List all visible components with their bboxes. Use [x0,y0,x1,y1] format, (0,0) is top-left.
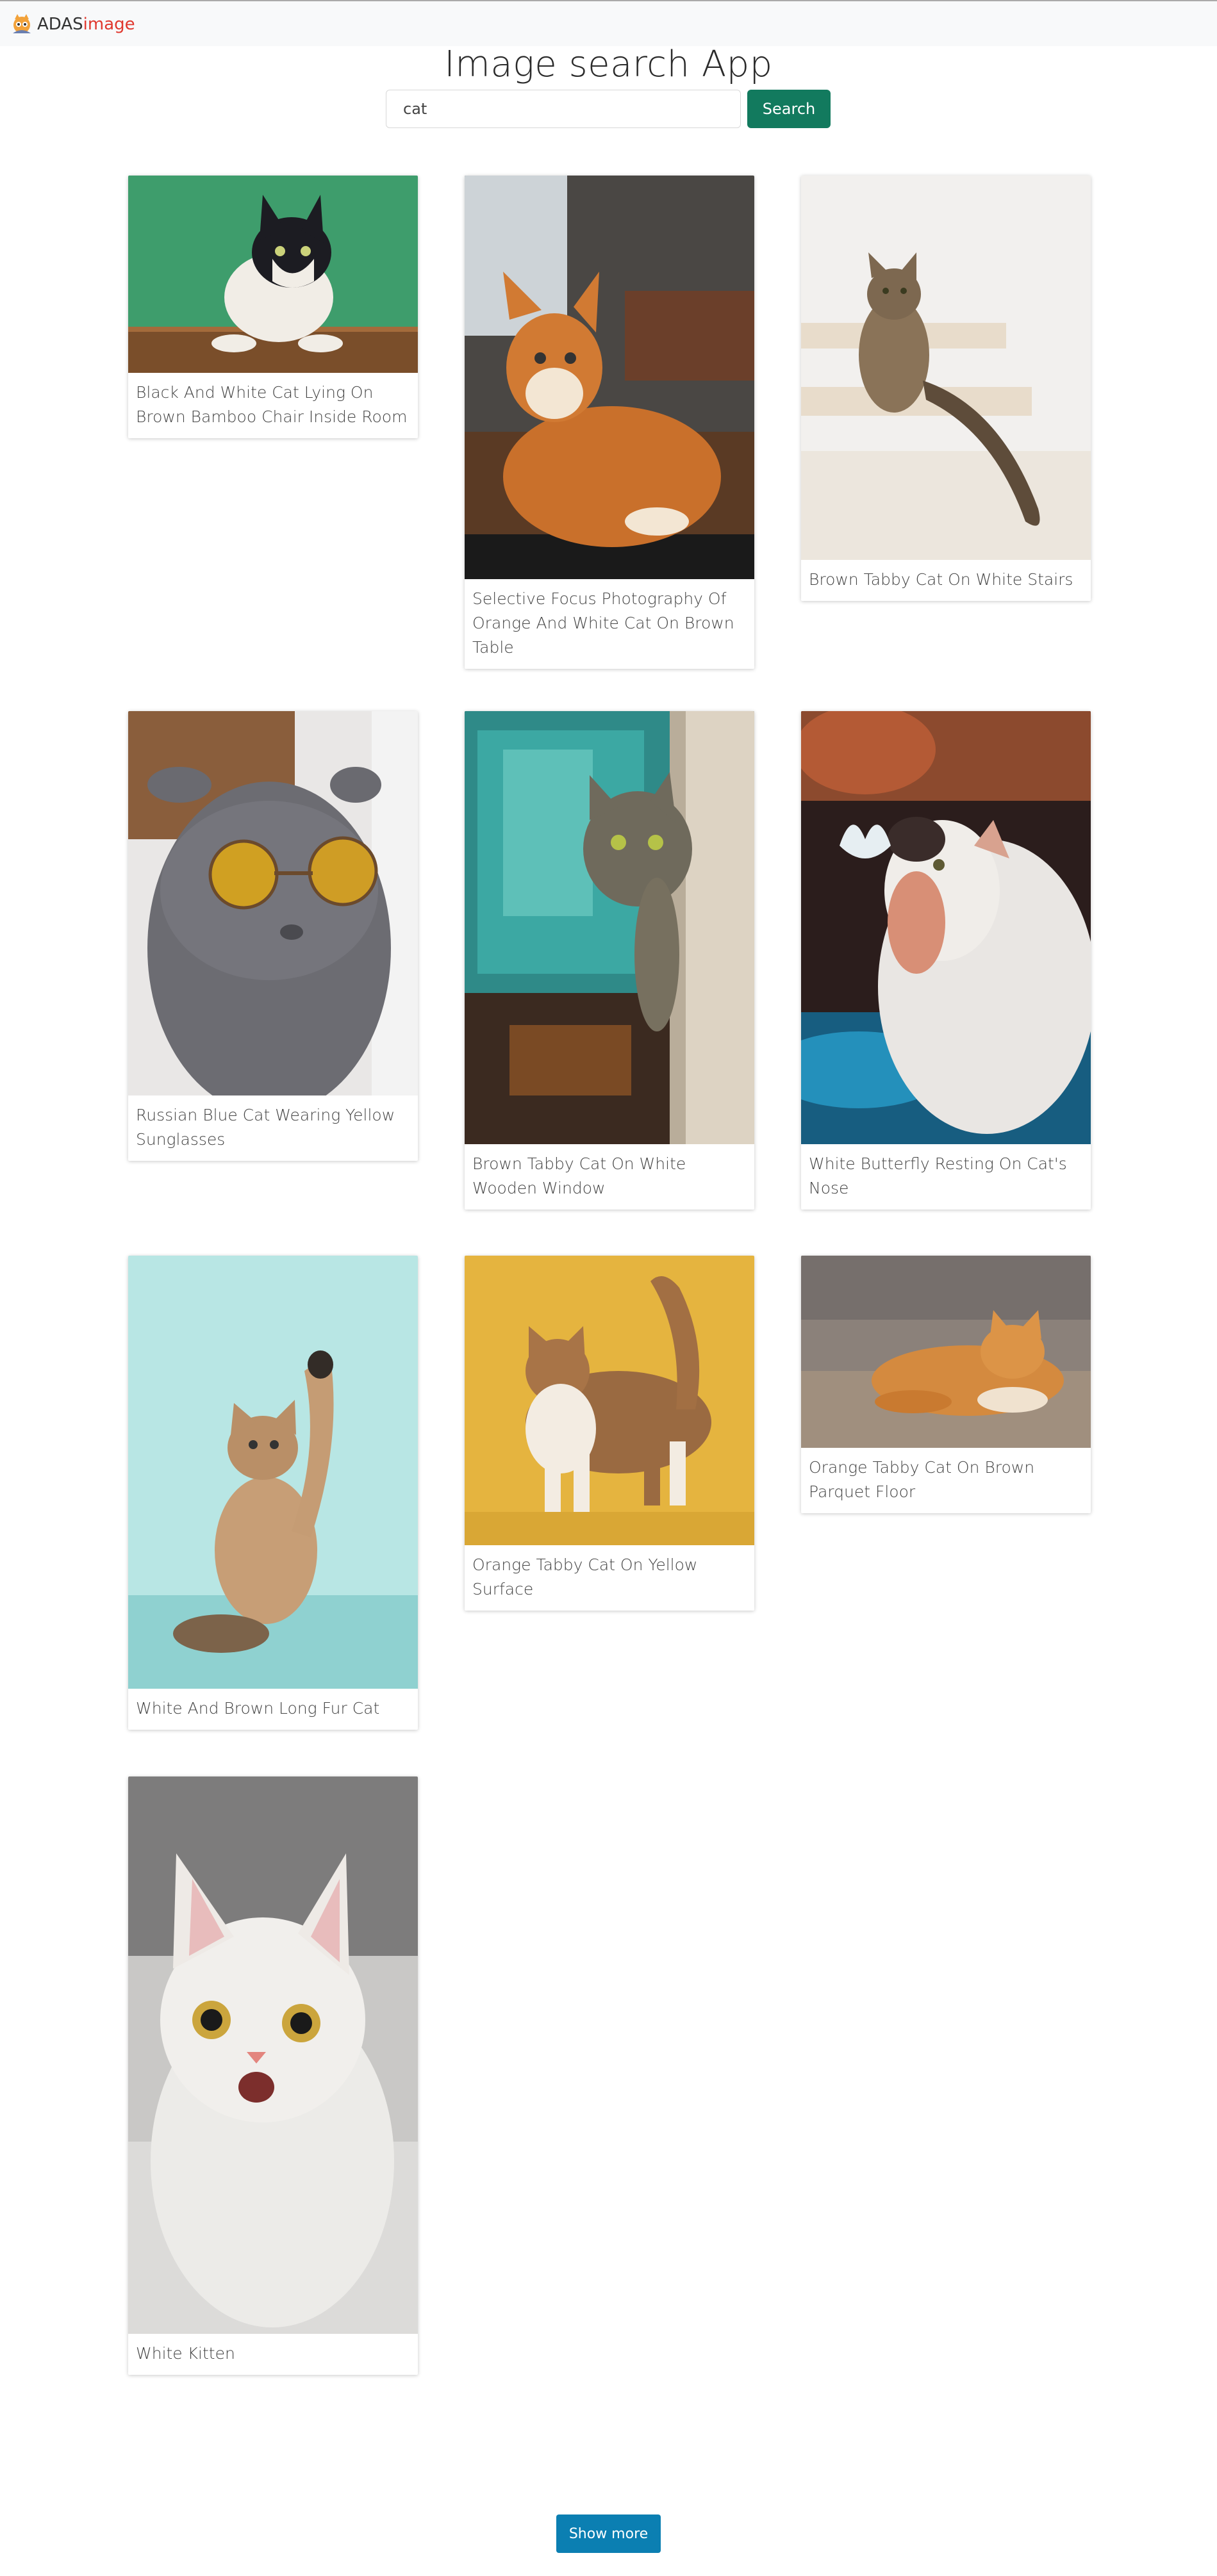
brand-name: ADASimage [37,15,135,34]
search-button[interactable]: Search [747,90,831,128]
result-card[interactable]: Orange Tabby Cat On Brown Parquet Floor [801,1256,1091,1513]
result-caption: Orange Tabby Cat On Brown Parquet Floor [809,1458,1035,1501]
result-image[interactable] [465,711,754,1144]
result-card[interactable]: Black And White Cat Lying On Brown Bambo… [128,176,418,438]
result-caption: White Butterfly Resting On Cat's Nose [809,1154,1067,1197]
result-image[interactable] [465,1256,754,1545]
result-caption: White Kitten [136,2344,235,2363]
result-image[interactable] [128,711,418,1095]
result-caption: White And Brown Long Fur Cat [136,1699,380,1718]
search-input[interactable] [386,90,741,128]
result-image[interactable] [801,1256,1091,1448]
navbar: ADASimage [0,0,1217,46]
result-card[interactable]: Selective Focus Photography Of Orange An… [465,176,754,669]
result-caption: Selective Focus Photography Of Orange An… [472,589,734,657]
page-title: Image search App [444,44,773,85]
result-image[interactable] [801,176,1091,560]
result-card[interactable]: White Kitten [128,1776,418,2375]
result-card[interactable]: White And Brown Long Fur Cat [128,1256,418,1730]
result-card[interactable]: Brown Tabby Cat On White Stairs [801,176,1091,601]
result-caption: Brown Tabby Cat On White Stairs [809,570,1073,589]
result-caption: Orange Tabby Cat On Yellow Surface [472,1555,698,1598]
result-image[interactable] [128,176,418,373]
result-caption: Brown Tabby Cat On White Wooden Window [472,1154,686,1197]
result-caption: Black And White Cat Lying On Brown Bambo… [136,383,408,426]
result-caption: Russian Blue Cat Wearing Yellow Sunglass… [136,1106,395,1149]
result-card[interactable]: White Butterfly Resting On Cat's Nose [801,711,1091,1210]
show-more-button[interactable]: Show more [556,2514,661,2553]
result-image[interactable] [128,1776,418,2334]
cat-logo-icon [10,13,33,36]
result-card[interactable]: Russian Blue Cat Wearing Yellow Sunglass… [128,711,418,1161]
result-image[interactable] [801,711,1091,1144]
result-image[interactable] [465,176,754,579]
result-card[interactable]: Orange Tabby Cat On Yellow Surface [465,1256,754,1611]
brand-link[interactable]: ADASimage [10,13,135,36]
result-image[interactable] [128,1256,418,1689]
result-card[interactable]: Brown Tabby Cat On White Wooden Window [465,711,754,1210]
